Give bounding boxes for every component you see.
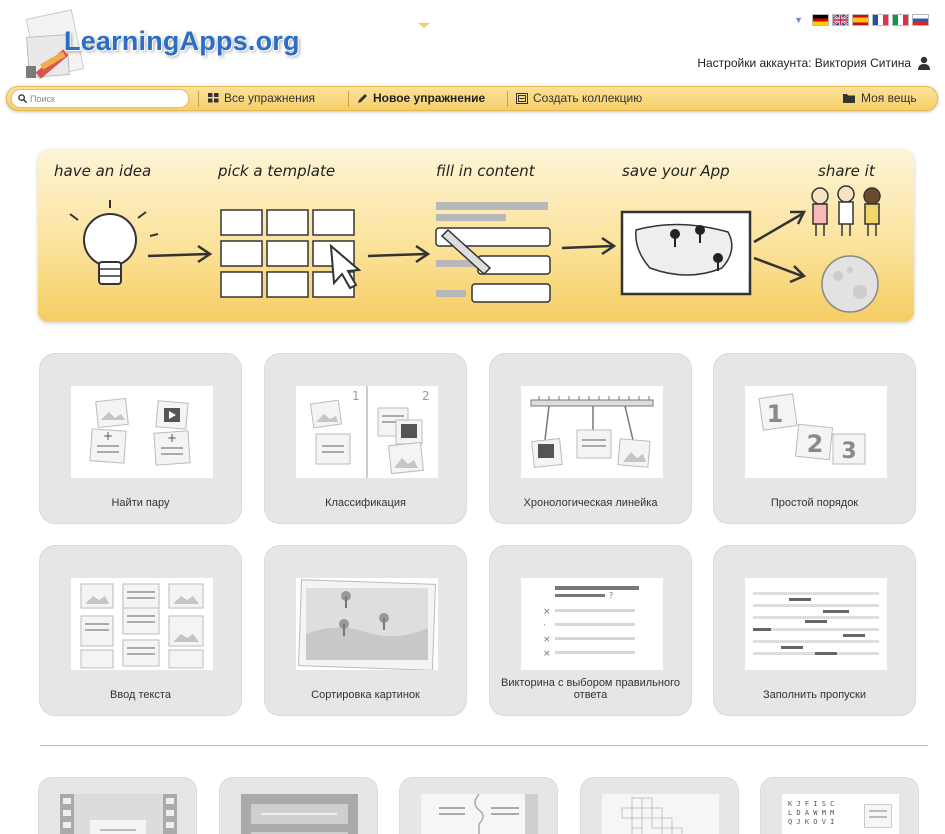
grid-icon [208, 93, 219, 103]
video-film-icon[interactable] [60, 794, 177, 834]
word-grid-icon[interactable]: K J F I S C L D A W M M Q J K O V I [782, 794, 899, 834]
chevron-down-icon[interactable]: ▼ [794, 15, 803, 25]
account-settings-link[interactable]: Настройки аккаунта: Виктория Ситина [697, 56, 931, 70]
svg-text:2: 2 [807, 430, 824, 458]
group-assignment-icon[interactable]: 1 2 [296, 386, 438, 478]
lightbulb-icon [69, 200, 159, 285]
word-list-panel [864, 804, 892, 828]
multiple-choice-icon[interactable]: ? × · × × [521, 578, 663, 670]
template-card-title[interactable]: Хронологическая линейка [496, 497, 685, 509]
collection-icon [516, 92, 528, 104]
flag-it-icon[interactable] [892, 14, 909, 26]
search-icon [18, 94, 27, 103]
template-card-title[interactable]: Ввод текста [46, 689, 235, 701]
search-placeholder: Поиск [30, 93, 55, 104]
svg-text:×: × [543, 649, 551, 659]
template-card-puzzle[interactable] [399, 777, 558, 834]
word-grid-row: K J F I S C [788, 800, 835, 808]
template-card-text-input[interactable]: Ввод текста [39, 545, 242, 716]
nav-all-exercises-label[interactable]: Все упражнения [224, 91, 315, 105]
svg-text:×: × [543, 607, 551, 617]
word-grid-letters: K J F I S C L D A W M M Q J K O V I [788, 800, 834, 827]
nav-divider [198, 91, 199, 107]
pencil-icon [358, 93, 367, 103]
svg-text:+: + [167, 431, 177, 445]
template-card-pin-on-image[interactable]: Сортировка картинок [264, 545, 467, 716]
template-card-title[interactable]: Простой порядок [720, 497, 909, 509]
svg-text:3: 3 [841, 439, 856, 464]
nav-all-exercises[interactable]: Все упражнения [208, 91, 315, 105]
text-cards-icon[interactable] [241, 794, 358, 834]
fill-blanks-icon[interactable] [745, 578, 887, 670]
nav-create-collection-label[interactable]: Создать коллекцию [533, 91, 642, 105]
people-icon [811, 185, 881, 236]
svg-text:+: + [103, 429, 113, 443]
nav-create-collection[interactable]: Создать коллекцию [516, 91, 642, 105]
language-selector[interactable]: ▼ [794, 14, 929, 26]
flag-es-icon[interactable] [852, 14, 869, 26]
nav-new-exercise-label[interactable]: Новое упражнение [373, 91, 485, 105]
workflow-illustration [69, 185, 881, 313]
nav-divider [507, 91, 508, 107]
active-tab-indicator [418, 23, 430, 28]
search-input[interactable]: Поиск [11, 89, 189, 108]
learningapps-page: LearningApps.org ▼ Настройки аккаунта: В… [0, 0, 945, 834]
pin-on-image-icon[interactable] [296, 578, 438, 671]
nav-my-stuff[interactable]: Моя вещь [843, 91, 917, 105]
user-icon[interactable] [917, 56, 931, 70]
puzzle-icon[interactable] [421, 793, 538, 834]
section-divider [40, 745, 928, 746]
map-pins-icon [620, 210, 752, 296]
svg-text:1: 1 [767, 400, 784, 428]
flag-de-icon[interactable] [812, 14, 829, 26]
site-header: LearningApps.org ▼ Настройки аккаунта: В… [0, 0, 945, 125]
template-card-title[interactable]: Найти пару [46, 497, 235, 509]
flag-fr-icon[interactable] [872, 14, 889, 26]
site-logo[interactable]: LearningApps.org [64, 26, 300, 57]
simple-order-icon[interactable]: 1 2 3 [745, 386, 887, 478]
template-card-matching-pairs[interactable]: + + Найти пару [39, 353, 242, 524]
template-card-title[interactable]: Заполнить пропуски [720, 689, 909, 701]
template-card-group-assignment[interactable]: 1 2 Классификация [264, 353, 467, 524]
template-card-crossword[interactable] [580, 777, 739, 834]
template-card-fill-blanks[interactable]: Заполнить пропуски [713, 545, 916, 716]
nav-divider [348, 91, 349, 107]
how-it-works-banner: have an idea pick a template fill in con… [38, 150, 914, 322]
account-label[interactable]: Настройки аккаунта: Виктория Ситина [697, 56, 911, 70]
template-card-timeline[interactable]: Хронологическая линейка [489, 353, 692, 524]
svg-text:2: 2 [422, 389, 430, 403]
svg-text:×: × [543, 635, 551, 645]
svg-text:·: · [543, 621, 546, 631]
template-card-video[interactable] [38, 777, 197, 834]
matching-pairs-icon[interactable]: + + [71, 386, 213, 478]
word-grid-row: L D A W M M [788, 809, 835, 817]
globe-icon [821, 255, 879, 313]
flag-gb-icon[interactable] [832, 14, 849, 26]
word-grid-row: Q J K O V I [788, 818, 835, 826]
main-navbar: Поиск Все упражнения Новое упражнение Со… [6, 86, 938, 111]
template-card-title[interactable]: Классификация [271, 497, 460, 509]
text-input-icon[interactable] [71, 578, 213, 670]
flag-ru-icon[interactable] [912, 14, 929, 26]
template-card-multiple-choice[interactable]: ? × · × × Викторина с выбором правильного о… [489, 545, 692, 716]
svg-text:1: 1 [352, 389, 360, 403]
nav-new-exercise[interactable]: Новое упражнение [357, 91, 485, 105]
folder-icon [843, 94, 855, 103]
template-card-simple-order[interactable]: 1 2 3 Простой порядок [713, 353, 916, 524]
timeline-icon[interactable] [521, 386, 663, 478]
nav-my-stuff-label[interactable]: Моя вещь [861, 91, 917, 105]
svg-text:?: ? [609, 591, 613, 600]
form-fill-icon [435, 202, 551, 303]
template-card-title[interactable]: Сортировка картинок [271, 689, 460, 701]
template-card-word-grid[interactable]: K J F I S C L D A W M M Q J K O V I [760, 777, 919, 834]
crossword-icon[interactable] [602, 794, 719, 834]
template-card-text-cards[interactable] [219, 777, 378, 834]
template-card-title[interactable]: Викторина с выбором правильного ответа [496, 677, 685, 701]
